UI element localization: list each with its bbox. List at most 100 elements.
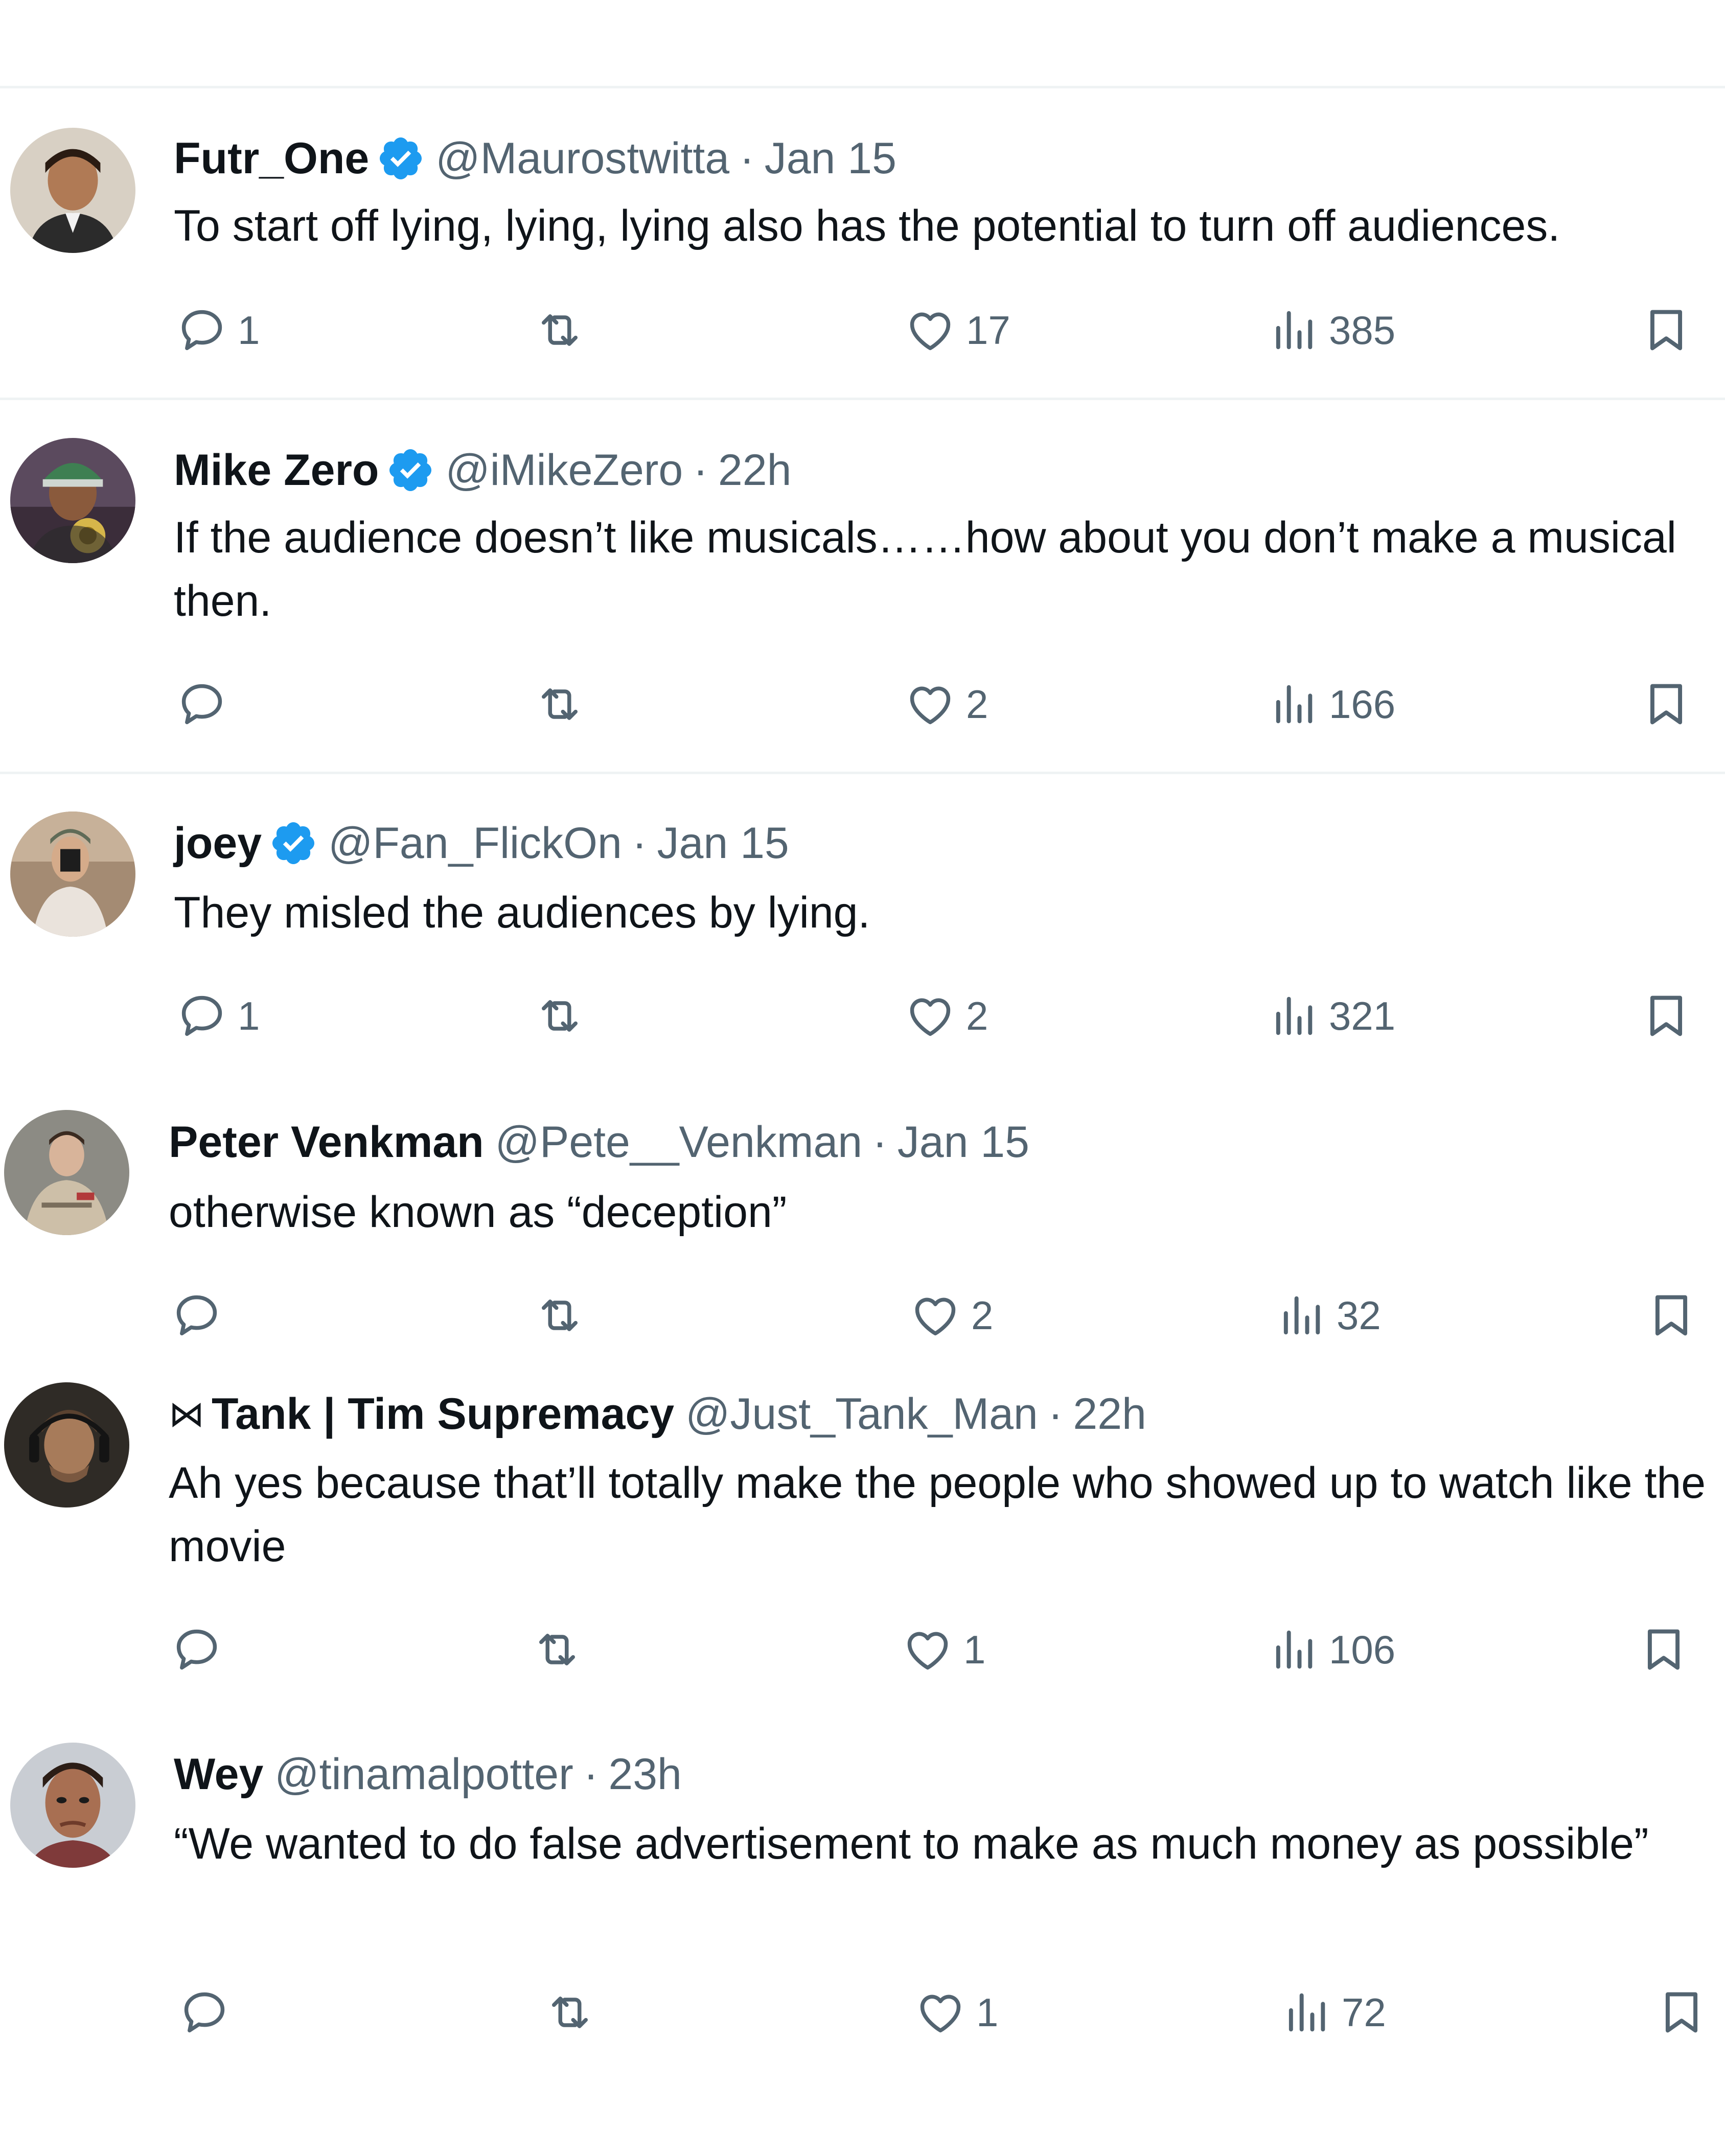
avatar-image bbox=[10, 438, 135, 563]
repost-button[interactable] bbox=[534, 985, 595, 1047]
avatar[interactable] bbox=[10, 128, 135, 253]
like-button[interactable]: 2 bbox=[910, 1285, 993, 1346]
repost-icon bbox=[542, 1300, 578, 1331]
views-button[interactable]: 321 bbox=[1268, 985, 1395, 1047]
reply-button[interactable]: 1 bbox=[176, 299, 260, 361]
like-button[interactable]: 1 bbox=[915, 1982, 998, 2043]
reply-button[interactable] bbox=[176, 674, 238, 735]
verified-badge-icon bbox=[386, 446, 435, 495]
reply-feed: Futr_One @Maurostwitta · Jan 15 To start… bbox=[0, 0, 1725, 2156]
separator: · bbox=[740, 134, 754, 183]
views-icon bbox=[1276, 1630, 1313, 1669]
verified-badge-icon bbox=[376, 134, 425, 183]
user-handle[interactable]: @iMikeZero bbox=[445, 442, 683, 498]
heart-icon bbox=[910, 998, 951, 1036]
repost-icon bbox=[542, 688, 578, 720]
verified-badge-icon bbox=[269, 819, 318, 868]
avatar[interactable] bbox=[10, 1743, 135, 1868]
bowtie-icon: ⋈ bbox=[169, 1394, 204, 1434]
avatar[interactable] bbox=[4, 1382, 129, 1508]
repost-button[interactable] bbox=[544, 1982, 606, 2043]
display-name[interactable]: Futr_One bbox=[174, 130, 369, 187]
user-handle[interactable]: @tinamalpotter bbox=[274, 1746, 573, 1802]
divider bbox=[0, 86, 1725, 88]
bookmark-button[interactable] bbox=[1641, 985, 1692, 1047]
reply-icon bbox=[181, 684, 222, 725]
reply-button[interactable] bbox=[171, 1619, 233, 1680]
repost-button[interactable] bbox=[534, 674, 595, 735]
timestamp[interactable]: Jan 15 bbox=[898, 1114, 1029, 1170]
views-button[interactable]: 166 bbox=[1268, 674, 1395, 735]
reply-icon bbox=[184, 1992, 225, 2033]
bookmark-icon bbox=[1647, 1629, 1680, 1670]
avatar[interactable] bbox=[10, 438, 135, 563]
timestamp[interactable]: 22h bbox=[1073, 1386, 1146, 1442]
tweet-header: Wey @tinamalpotter · 23h bbox=[174, 1746, 682, 1802]
tweet-text: To start off lying, lying, lying also ha… bbox=[174, 201, 1560, 250]
views-button[interactable]: 32 bbox=[1275, 1285, 1381, 1346]
reply-button[interactable] bbox=[171, 1285, 233, 1346]
like-button[interactable]: 2 bbox=[905, 674, 988, 735]
views-button[interactable]: 106 bbox=[1268, 1619, 1395, 1680]
heart-icon bbox=[910, 686, 951, 725]
timestamp[interactable]: 23h bbox=[608, 1746, 682, 1802]
display-name[interactable]: Peter Venkman bbox=[169, 1114, 484, 1170]
timestamp[interactable]: Jan 15 bbox=[657, 815, 789, 871]
reply-icon bbox=[181, 995, 222, 1036]
separator: · bbox=[693, 446, 708, 495]
views-icon bbox=[1283, 1296, 1320, 1335]
action-bar: 2 32 bbox=[0, 1285, 1725, 1346]
display-name[interactable]: Tank | Tim Supremacy bbox=[212, 1386, 674, 1442]
timestamp[interactable]: 22h bbox=[718, 442, 792, 498]
avatar[interactable] bbox=[10, 812, 135, 937]
user-handle[interactable]: @Maurostwitta bbox=[435, 130, 729, 187]
display-name[interactable]: Wey bbox=[174, 1746, 263, 1802]
bookmark-button[interactable] bbox=[1656, 1982, 1707, 2043]
like-button[interactable]: 17 bbox=[905, 299, 1010, 361]
reply-button[interactable]: 1 bbox=[176, 985, 260, 1047]
avatar-image bbox=[10, 1743, 135, 1868]
display-name[interactable]: joey bbox=[174, 815, 262, 871]
views-button[interactable]: 72 bbox=[1280, 1982, 1386, 2043]
like-count: 2 bbox=[966, 993, 988, 1038]
display-name[interactable]: Mike Zero bbox=[174, 442, 379, 498]
bookmark-icon bbox=[1665, 1992, 1698, 2033]
bookmark-button[interactable] bbox=[1641, 674, 1692, 735]
tweet-text: Ah yes because that’ll totally make the … bbox=[169, 1458, 1706, 1571]
repost-icon bbox=[542, 314, 578, 346]
bookmark-button[interactable] bbox=[1646, 1285, 1697, 1346]
tweet-header: ⋈ Tank | Tim Supremacy @Just_Tank_Man · … bbox=[169, 1386, 1146, 1442]
bookmark-icon bbox=[1650, 310, 1683, 351]
separator: · bbox=[872, 1118, 887, 1167]
like-button[interactable]: 2 bbox=[905, 985, 988, 1047]
views-count: 72 bbox=[1342, 1989, 1386, 2035]
views-button[interactable]: 385 bbox=[1268, 299, 1395, 361]
avatar[interactable] bbox=[4, 1110, 129, 1235]
user-handle[interactable]: @Just_Tank_Man bbox=[685, 1386, 1038, 1442]
views-count: 32 bbox=[1337, 1292, 1381, 1338]
timestamp[interactable]: Jan 15 bbox=[765, 130, 896, 187]
user-handle[interactable]: @Fan_FlickOn bbox=[328, 815, 622, 871]
repost-button[interactable] bbox=[534, 299, 595, 361]
like-button[interactable]: 1 bbox=[902, 1619, 985, 1680]
action-bar: 1 2 321 bbox=[0, 985, 1725, 1047]
avatar-image bbox=[4, 1110, 129, 1235]
heart-icon bbox=[910, 312, 951, 351]
views-count: 106 bbox=[1329, 1627, 1396, 1672]
like-count: 1 bbox=[976, 1989, 999, 2035]
bookmark-button[interactable] bbox=[1638, 1619, 1689, 1680]
views-count: 385 bbox=[1329, 307, 1396, 353]
repost-button[interactable] bbox=[532, 1619, 593, 1680]
views-count: 321 bbox=[1329, 993, 1396, 1038]
user-handle[interactable]: @Pete__Venkman bbox=[495, 1114, 862, 1170]
action-bar: 1 17 385 bbox=[0, 299, 1725, 361]
tweet-text: If the audience doesn’t like musicals……h… bbox=[174, 513, 1676, 625]
heart-icon bbox=[907, 1632, 948, 1670]
reply-count: 1 bbox=[238, 307, 260, 353]
separator: · bbox=[632, 819, 647, 868]
bookmark-button[interactable] bbox=[1641, 299, 1692, 361]
reply-button[interactable] bbox=[179, 1982, 240, 2043]
views-icon bbox=[1276, 311, 1313, 350]
repost-button[interactable] bbox=[534, 1285, 595, 1346]
views-count: 166 bbox=[1329, 681, 1396, 727]
